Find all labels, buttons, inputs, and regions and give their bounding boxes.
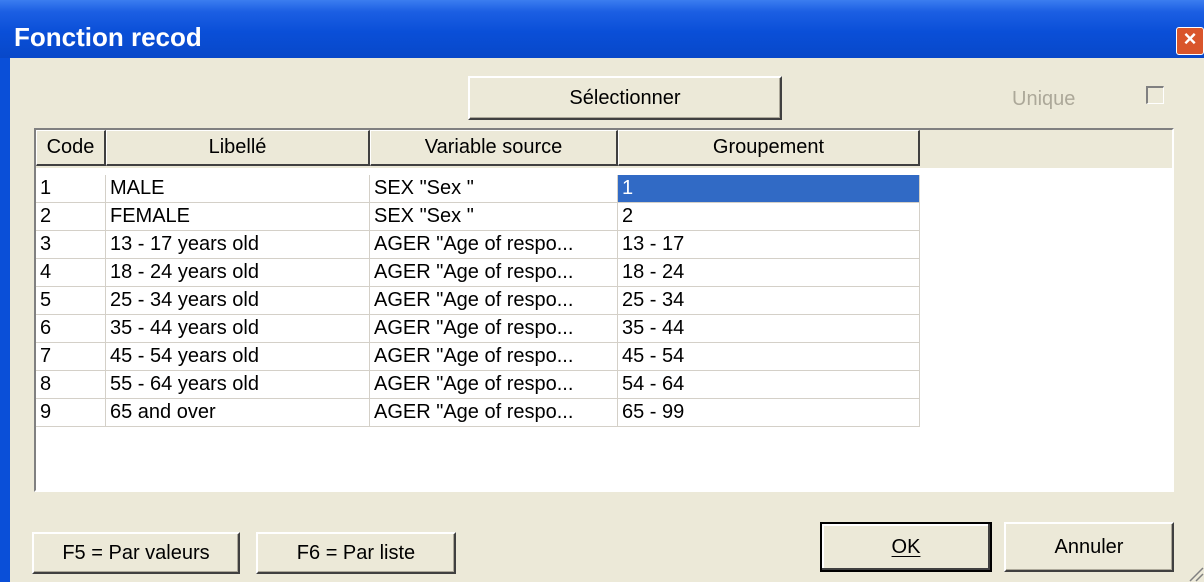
cell-groupement[interactable]: 54 - 64 [618,371,920,399]
cancel-button[interactable]: Annuler [1004,522,1174,572]
unique-checkbox[interactable] [1146,86,1164,104]
table-row[interactable]: 8 55 - 64 years old AGER "Age of respo... 5… [36,371,920,399]
cell-variable-source[interactable]: SEX "Sex " [370,175,618,203]
cell-code[interactable]: 4 [36,259,106,287]
cell-code[interactable]: 6 [36,315,106,343]
cell-groupement[interactable]: 35 - 44 [618,315,920,343]
ok-label: OK [891,535,921,558]
cell-libelle[interactable]: 18 - 24 years old [106,259,370,287]
by-values-button[interactable]: F5 = Par valeurs [32,532,240,574]
cell-libelle[interactable]: 65 and over [106,399,370,427]
column-header-libelle[interactable]: Libellé [106,130,370,166]
cell-code[interactable]: 5 [36,287,106,315]
table-row[interactable]: 7 45 - 54 years old AGER "Age of respo... 4… [36,343,920,371]
column-header-groupement[interactable]: Groupement [618,130,920,166]
cell-variable-source[interactable]: AGER "Age of respo... [370,231,618,259]
cell-variable-source[interactable]: AGER "Age of respo... [370,259,618,287]
cell-libelle[interactable]: MALE [106,175,370,203]
cell-variable-source[interactable]: AGER "Age of respo... [370,287,618,315]
window-title: Fonction recod [14,22,202,52]
dialog-window: Fonction recod × Sélectionner Unique Cod… [0,0,1204,582]
table-row[interactable]: 6 35 - 44 years old AGER "Age of respo... 3… [36,315,920,343]
cell-variable-source[interactable]: AGER "Age of respo... [370,371,618,399]
column-header-code[interactable]: Code [36,130,106,166]
by-list-button[interactable]: F6 = Par liste [256,532,456,574]
select-button[interactable]: Sélectionner [468,76,782,120]
title-bar[interactable]: Fonction recod × [0,0,1204,58]
cell-groupement[interactable]: 45 - 54 [618,343,920,371]
cell-code[interactable]: 1 [36,175,106,203]
close-icon: × [1183,26,1197,51]
cell-variable-source[interactable]: AGER "Age of respo... [370,399,618,427]
cell-libelle[interactable]: 25 - 34 years old [106,287,370,315]
cell-libelle[interactable]: 45 - 54 years old [106,343,370,371]
cell-groupement[interactable]: 2 [618,203,920,231]
recode-table[interactable]: Code Libellé Variable source Groupement … [34,128,1174,492]
unique-label: Unique [1012,88,1076,110]
resize-grip-icon[interactable] [1184,562,1204,582]
cell-code[interactable]: 8 [36,371,106,399]
cell-groupement[interactable]: 18 - 24 [618,259,920,287]
cell-groupement[interactable]: 65 - 99 [618,399,920,427]
table-row[interactable]: 4 18 - 24 years old AGER "Age of respo... 1… [36,259,920,287]
cell-code[interactable]: 7 [36,343,106,371]
cell-libelle[interactable]: 13 - 17 years old [106,231,370,259]
table-row[interactable]: 1 MALE SEX "Sex " 1 [36,175,920,203]
cell-variable-source[interactable]: AGER "Age of respo... [370,315,618,343]
table-header: Code Libellé Variable source Groupement [36,130,1172,168]
cell-groupement[interactable]: 13 - 17 [618,231,920,259]
table-row[interactable]: 2 FEMALE SEX "Sex " 2 [36,203,920,231]
cell-code[interactable]: 2 [36,203,106,231]
cell-variable-source[interactable]: AGER "Age of respo... [370,343,618,371]
cell-libelle[interactable]: 35 - 44 years old [106,315,370,343]
dialog-body: Sélectionner Unique Code Libellé Variabl… [10,58,1204,582]
cell-groupement[interactable]: 1 [618,175,920,203]
ok-button[interactable]: OK [820,522,992,572]
cell-code[interactable]: 3 [36,231,106,259]
table-row[interactable]: 3 13 - 17 years old AGER "Age of respo... 1… [36,231,920,259]
close-button[interactable]: × [1176,26,1204,55]
cell-code[interactable]: 9 [36,399,106,427]
column-header-variable-source[interactable]: Variable source [370,130,618,166]
cell-groupement[interactable]: 25 - 34 [618,287,920,315]
table-row[interactable]: 9 65 and over AGER "Age of respo... 65 - 99 [36,399,920,427]
cell-variable-source[interactable]: SEX "Sex " [370,203,618,231]
cell-libelle[interactable]: FEMALE [106,203,370,231]
cell-libelle[interactable]: 55 - 64 years old [106,371,370,399]
table-row[interactable]: 5 25 - 34 years old AGER "Age of respo... 2… [36,287,920,315]
